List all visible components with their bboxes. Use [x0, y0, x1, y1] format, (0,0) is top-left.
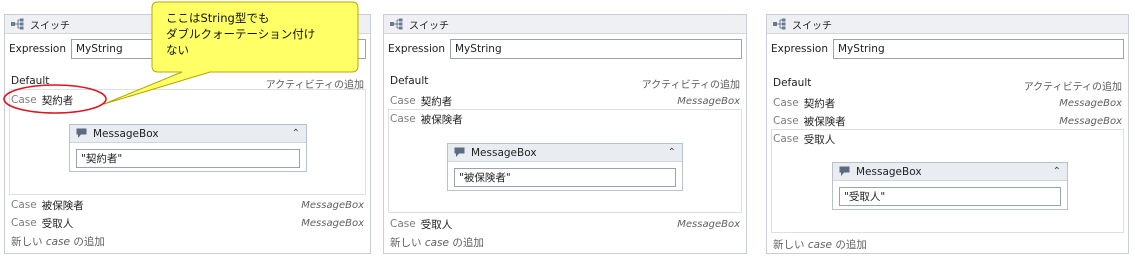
- case-row[interactable]: Case 受取人 MessageBox: [390, 216, 740, 232]
- expression-row: Expression: [771, 39, 1124, 59]
- collapse-icon[interactable]: ⌃: [292, 128, 300, 139]
- add-new-case-link[interactable]: 新しい case の追加: [11, 234, 105, 249]
- case-activity-tag: MessageBox: [677, 218, 740, 230]
- case-value: 契約者: [41, 94, 74, 107]
- case-activity-tag: MessageBox: [301, 217, 364, 229]
- case-row[interactable]: Case 受取人 MessageBox: [11, 215, 364, 231]
- default-label: Default: [390, 75, 429, 87]
- switch-title: スイッチ: [30, 20, 70, 32]
- case-activity-tag: MessageBox: [1059, 97, 1122, 109]
- switch-panel-3: スイッチ Expression Default アクティビティの追加 Case …: [766, 14, 1129, 254]
- case-value: 被保険者: [803, 115, 846, 128]
- case-keyword: Case: [11, 217, 37, 229]
- case-keyword: Case: [773, 133, 799, 145]
- case-value: 受取人: [803, 133, 836, 146]
- case-keyword: Case: [390, 218, 416, 230]
- switch-icon: [773, 18, 786, 30]
- expression-label: Expression: [771, 43, 828, 55]
- case-activity-tag: MessageBox: [301, 199, 364, 211]
- messagebox-text-input[interactable]: [454, 168, 676, 187]
- case-row[interactable]: Case 契約者: [11, 92, 364, 108]
- new-case-suffix: の追加: [73, 236, 105, 248]
- case-row[interactable]: Case 被保険者: [390, 111, 740, 127]
- new-case-prefix: 新しい: [11, 236, 43, 248]
- new-case-keyword: case: [424, 237, 449, 249]
- add-activity-link[interactable]: アクティビティの追加: [1024, 78, 1122, 93]
- case-value: 被保険者: [420, 113, 463, 126]
- messagebox-header[interactable]: MessageBox ⌃: [70, 125, 306, 143]
- case-keyword: Case: [390, 113, 416, 125]
- case-keyword: Case: [11, 94, 37, 106]
- expression-label: Expression: [388, 43, 445, 55]
- expression-input[interactable]: [450, 39, 742, 59]
- messagebox-header[interactable]: MessageBox ⌃: [448, 144, 682, 162]
- new-case-keyword: case: [807, 239, 832, 251]
- switch-icon: [11, 18, 24, 30]
- new-case-suffix: の追加: [835, 239, 867, 251]
- callout-line-1: ここはString型でも: [166, 11, 270, 25]
- default-label: Default: [11, 75, 50, 87]
- case-value: 契約者: [803, 97, 836, 110]
- new-case-prefix: 新しい: [390, 237, 422, 249]
- collapse-icon[interactable]: ⌃: [668, 147, 676, 158]
- collapse-icon[interactable]: ⌃: [1053, 166, 1061, 177]
- case-row[interactable]: Case 受取人: [773, 131, 1122, 147]
- case-value: 受取人: [41, 217, 74, 230]
- switch-header[interactable]: スイッチ: [767, 15, 1128, 34]
- messagebox-title: MessageBox: [93, 127, 159, 140]
- messagebox-title: MessageBox: [471, 146, 537, 159]
- expression-input[interactable]: [833, 39, 1124, 59]
- callout-line-2: ダブルクォーテーション付け: [166, 27, 316, 41]
- callout-line-3: ない: [166, 43, 189, 57]
- default-label: Default: [773, 77, 812, 89]
- expression-row: Expression: [388, 39, 742, 59]
- case-activity-tag: MessageBox: [1059, 115, 1122, 127]
- new-case-suffix: の追加: [452, 237, 484, 249]
- case-row[interactable]: Case 契約者 MessageBox: [773, 95, 1122, 111]
- case-value: 被保険者: [41, 199, 84, 212]
- case-value: 契約者: [420, 95, 453, 108]
- new-case-keyword: case: [45, 236, 70, 248]
- messagebox-title: MessageBox: [856, 165, 922, 178]
- messagebox-activity[interactable]: MessageBox ⌃: [447, 143, 683, 191]
- callout-text: ここはString型でも ダブルクォーテーション付け ない: [166, 10, 351, 58]
- messagebox-text-input[interactable]: [76, 149, 300, 168]
- case-row[interactable]: Case 被保険者 MessageBox: [11, 197, 364, 213]
- messagebox-icon: [76, 128, 87, 138]
- add-new-case-link[interactable]: 新しい case の追加: [773, 237, 867, 252]
- switch-title: スイッチ: [792, 20, 832, 32]
- messagebox-icon: [839, 166, 850, 176]
- switch-header[interactable]: スイッチ: [384, 15, 746, 34]
- messagebox-icon: [454, 147, 465, 157]
- messagebox-text-input[interactable]: [839, 187, 1061, 206]
- case-keyword: Case: [11, 199, 37, 211]
- add-new-case-link[interactable]: 新しい case の追加: [390, 235, 484, 250]
- case-row[interactable]: Case 被保険者 MessageBox: [773, 113, 1122, 129]
- case-keyword: Case: [390, 95, 416, 107]
- expression-label: Expression: [9, 43, 66, 55]
- switch-title: スイッチ: [409, 20, 449, 32]
- messagebox-activity[interactable]: MessageBox ⌃: [69, 124, 307, 172]
- messagebox-activity[interactable]: MessageBox ⌃: [832, 162, 1068, 210]
- case-activity-tag: MessageBox: [677, 95, 740, 107]
- messagebox-header[interactable]: MessageBox ⌃: [833, 163, 1067, 181]
- switch-panel-2: スイッチ Expression Default アクティビティの追加 Case …: [383, 14, 747, 254]
- case-value: 受取人: [420, 218, 453, 231]
- case-keyword: Case: [773, 97, 799, 109]
- switch-icon: [390, 18, 403, 30]
- case-keyword: Case: [773, 115, 799, 127]
- case-row[interactable]: Case 契約者 MessageBox: [390, 93, 740, 109]
- new-case-prefix: 新しい: [773, 239, 805, 251]
- add-activity-link[interactable]: アクティビティの追加: [642, 76, 740, 91]
